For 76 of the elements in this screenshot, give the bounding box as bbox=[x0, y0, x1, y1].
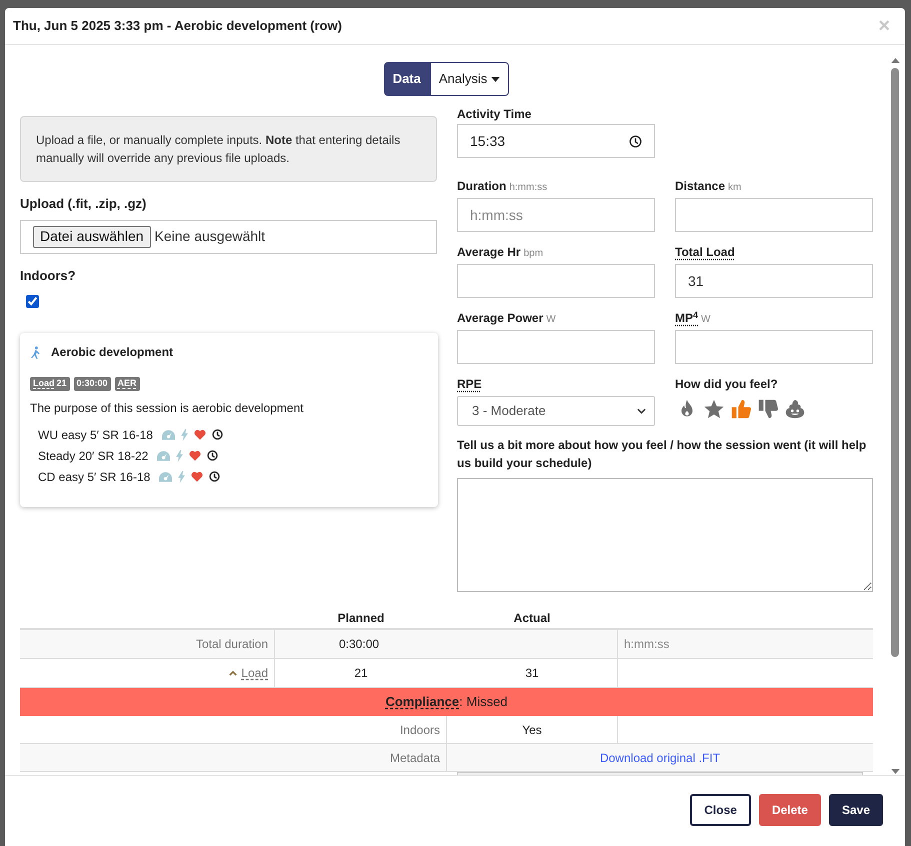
unit-label: W bbox=[701, 313, 710, 327]
gauge-icon bbox=[157, 450, 170, 460]
gauge-icon bbox=[162, 430, 175, 440]
tag: 0:30:00 bbox=[74, 377, 111, 391]
field-label: MP$^{4}$ bbox=[675, 309, 698, 327]
heart-icon bbox=[194, 429, 206, 440]
choose-file-button[interactable]: Datei auswählen bbox=[33, 226, 151, 248]
field-label: RPE bbox=[457, 376, 482, 393]
row-label[interactable]: Load bbox=[241, 664, 268, 682]
column-header: Actual bbox=[512, 610, 552, 627]
clock-icon bbox=[629, 134, 642, 148]
field-label: Average Hr bbox=[457, 244, 521, 261]
bolt-icon bbox=[178, 470, 186, 482]
heart-icon bbox=[191, 471, 204, 482]
tag: Load 21 bbox=[30, 377, 70, 391]
step-text: CD easy 5′ SR 16-18 bbox=[38, 468, 150, 486]
rower-icon bbox=[30, 346, 41, 358]
column-header: Planned bbox=[336, 610, 386, 627]
unit-label: W bbox=[546, 313, 556, 327]
field-label: Duration bbox=[457, 178, 506, 195]
expand-caret-icon bbox=[229, 670, 238, 676]
text-input[interactable]: h:mm:ss bbox=[457, 198, 655, 232]
rpe-select[interactable]: 3 - Moderate bbox=[457, 396, 655, 426]
heart-icon bbox=[189, 450, 202, 461]
text-input[interactable] bbox=[457, 330, 655, 364]
bolt-icon bbox=[180, 428, 188, 440]
file-input[interactable]: Datei auswählen Keine ausgewählt bbox=[20, 220, 437, 254]
step-text: Steady 20′ SR 18-22 bbox=[38, 448, 148, 464]
field-label: Total Load bbox=[675, 244, 735, 261]
field-label: Average Power bbox=[457, 310, 544, 327]
session-description: The purpose of this session is aerobic development bbox=[30, 400, 304, 417]
chevron-icon bbox=[637, 408, 646, 414]
text-input[interactable] bbox=[675, 330, 873, 364]
text-input[interactable] bbox=[675, 198, 873, 232]
row-label: Total duration bbox=[196, 636, 268, 653]
unit-label: km bbox=[728, 181, 742, 195]
scroll-down-icon bbox=[890, 769, 900, 774]
notes-label: Tell us a bit more about how you feel / how the session went (it will help us build your schedule) bbox=[457, 437, 868, 472]
time-input[interactable]: 15:33 bbox=[457, 124, 655, 158]
session-title: Aerobic development bbox=[51, 344, 174, 361]
scroll-up-icon bbox=[890, 58, 900, 63]
text-input[interactable]: 31 bbox=[675, 264, 873, 298]
dialog-title: Thu, Jun 5 2025 3:33 pm - Aerobic development (row) bbox=[13, 17, 342, 36]
unit-label: bpm bbox=[524, 247, 544, 261]
file-status: Keine ausgewählt bbox=[154, 227, 266, 246]
compliance-value: : Missed bbox=[459, 693, 508, 712]
table-cell: 0:30:00 bbox=[275, 630, 617, 658]
field-label: How did you feel? bbox=[675, 376, 778, 393]
duration-input[interactable]: h:mm:ss bbox=[617, 630, 873, 658]
download-link[interactable]: Download original .FIT bbox=[600, 748, 720, 766]
text-input[interactable] bbox=[457, 264, 655, 298]
scrollbar[interactable] bbox=[890, 58, 900, 774]
bolt-icon bbox=[176, 450, 184, 462]
dialog-button[interactable]: Save bbox=[828, 794, 883, 826]
clock-icon bbox=[212, 429, 223, 440]
compliance-label: Compliance bbox=[385, 693, 460, 712]
indoors-checkbox[interactable] bbox=[26, 295, 39, 308]
upload-label: Upload (.fit, .zip, .gz) bbox=[20, 195, 148, 213]
gauge-icon bbox=[159, 472, 172, 482]
row-label: Indoors bbox=[20, 716, 447, 743]
table-cell-text: Yes bbox=[521, 722, 543, 738]
clock-icon bbox=[207, 450, 218, 461]
clock-icon bbox=[209, 471, 220, 482]
info-note: Upload a file, or manually complete inputs. Note that entering details manually will override any previous file uploads. bbox=[20, 116, 437, 182]
unit-label: h:mm:ss bbox=[509, 181, 548, 195]
tag: AER bbox=[114, 377, 140, 391]
indoors-label: Indoors? bbox=[20, 266, 77, 284]
step-text: WU easy 5′ SR 16-18 bbox=[38, 426, 153, 444]
field-label: Distance bbox=[675, 178, 726, 195]
field-label: Activity Time bbox=[457, 106, 532, 121]
view-tab[interactable]: Data bbox=[384, 62, 430, 96]
view-tab[interactable]: Analysis bbox=[430, 62, 510, 96]
dialog-button[interactable]: Close bbox=[690, 794, 751, 826]
notes-textarea[interactable] bbox=[457, 478, 873, 592]
row-label: Metadata bbox=[20, 744, 447, 771]
dialog-button[interactable]: Delete bbox=[758, 794, 821, 826]
